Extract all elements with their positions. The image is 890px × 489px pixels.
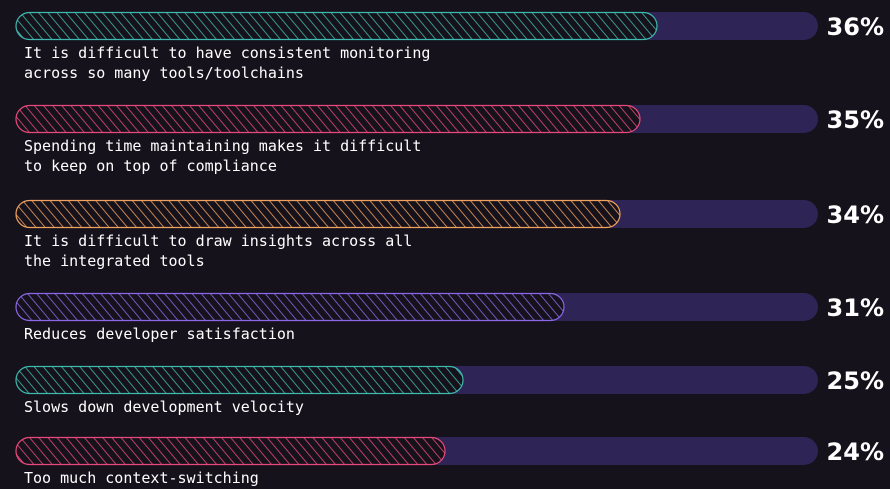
value-label: 34% xyxy=(827,201,884,229)
category-label: Too much context-switching xyxy=(24,469,259,487)
category-label: Spending time maintaining makes it diffi… xyxy=(24,137,421,155)
category-label: to keep on top of compliance xyxy=(24,157,277,175)
value-label: 31% xyxy=(827,294,884,322)
chart-svg: 36% It is difficult to have consistent mo… xyxy=(15,11,884,487)
bar-row: 34% It is difficult to draw insights acro… xyxy=(15,199,884,270)
bar-fill xyxy=(15,436,446,466)
category-label: Slows down development velocity xyxy=(24,398,304,416)
bar-row: 31% Reduces developer satisfaction xyxy=(15,292,884,343)
bar-row: 35% Spending time maintaining makes it di… xyxy=(15,104,884,175)
value-label: 35% xyxy=(827,106,884,134)
bar-fill xyxy=(15,199,621,229)
bars-layer: 36% It is difficult to have consistent mo… xyxy=(15,11,884,487)
bar-fill xyxy=(15,292,565,322)
bar-fill xyxy=(15,365,464,395)
horizontal-bar-chart: 36% It is difficult to have consistent mo… xyxy=(0,0,890,489)
category-label: across so many tools/toolchains xyxy=(24,64,304,82)
bar-row: 25% Slows down development velocity xyxy=(15,365,884,416)
category-label: Reduces developer satisfaction xyxy=(24,325,295,343)
value-label: 24% xyxy=(827,438,884,466)
bar-row: 36% It is difficult to have consistent mo… xyxy=(15,11,884,82)
bar-fill xyxy=(15,104,641,134)
category-label: It is difficult to have consistent monit… xyxy=(24,44,430,62)
value-label: 36% xyxy=(827,13,884,41)
bar-fill xyxy=(15,11,658,41)
bar-row: 24% Too much context-switching xyxy=(15,436,884,487)
category-label: the integrated tools xyxy=(24,252,205,270)
category-label: It is difficult to draw insights across … xyxy=(24,232,412,250)
value-label: 25% xyxy=(827,367,884,395)
